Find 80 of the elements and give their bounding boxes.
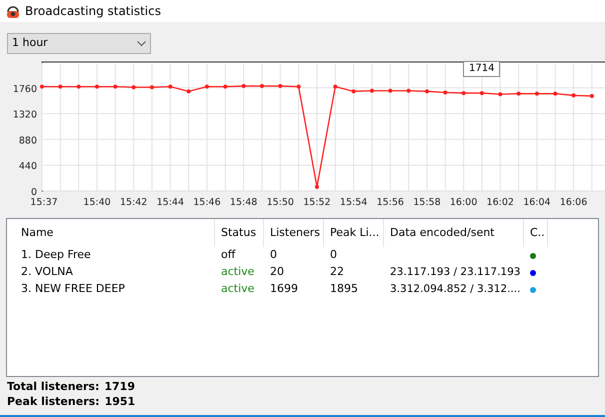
data-point — [223, 84, 228, 89]
x-tick-label: 15:40 — [83, 197, 111, 208]
status-text: off — [221, 248, 236, 262]
x-tick-label: 15:52 — [303, 197, 331, 208]
table-cell: 1699 — [270, 282, 298, 296]
x-tick-label: 16:02 — [486, 197, 514, 208]
data-point — [95, 84, 99, 89]
table-cell: 3.312.094.852 / 3.312.... — [390, 282, 520, 295]
x-tick-label: 15:44 — [156, 197, 184, 208]
data-point — [186, 89, 191, 94]
total-label: Total listeners: — [7, 379, 100, 396]
column-header[interactable]: Status — [215, 219, 264, 247]
x-tick-label: 15:56 — [376, 197, 404, 208]
total-value: 1951 — [104, 394, 136, 410]
data-point — [406, 88, 411, 93]
table-cell: 1895 — [330, 282, 358, 296]
y-tick-label: 0 — [30, 187, 37, 198]
x-tick-label: 15:42 — [120, 197, 148, 208]
table-cell: 2. VOLNA — [21, 265, 73, 278]
data-point — [553, 92, 558, 96]
data-point — [278, 84, 282, 88]
y-tick-label: 1760 — [12, 84, 37, 95]
y-tick-label: 1320 — [12, 110, 37, 121]
y-tick-label: 880 — [18, 135, 37, 146]
x-tick-label: 15:46 — [193, 197, 221, 208]
data-point — [572, 93, 576, 98]
data-point — [443, 90, 448, 94]
data-point — [150, 85, 154, 90]
data-point — [516, 92, 521, 96]
data-point — [40, 84, 44, 89]
total-value: 1719 — [104, 379, 135, 396]
data-point — [113, 84, 118, 89]
data-point — [462, 91, 466, 96]
period-dropdown[interactable]: 1 hour — [7, 33, 151, 54]
data-point — [296, 84, 301, 89]
data-point — [590, 94, 594, 98]
x-tick-label: 15:50 — [266, 197, 294, 208]
column-header[interactable]: C.. — [524, 219, 548, 247]
data-point — [168, 84, 172, 89]
data-point — [480, 91, 484, 96]
data-point — [204, 84, 209, 89]
x-tick-label: 15:48 — [230, 197, 258, 208]
data-point — [370, 88, 374, 93]
data-point — [132, 85, 136, 90]
window-title: Broadcasting statistics — [25, 3, 161, 20]
table-cell: 20 — [270, 265, 284, 278]
data-point — [498, 92, 502, 96]
column-header[interactable]: Listeners — [264, 219, 324, 247]
status-text: active — [221, 265, 254, 278]
data-point — [242, 84, 246, 88]
data-point — [352, 89, 356, 94]
value-tooltip: 1714 — [463, 61, 500, 77]
column-header[interactable]: Name — [15, 219, 215, 247]
data-point — [388, 88, 392, 93]
data-point — [76, 84, 81, 89]
table-cell: 22 — [330, 265, 344, 278]
data-point — [534, 92, 539, 96]
x-tick-label: 16:04 — [523, 197, 551, 208]
table-cell: 23.117.193 / 23.117.193 — [390, 266, 520, 278]
x-tick-label: 15:58 — [413, 197, 441, 208]
y-tick-label: 440 — [18, 161, 37, 172]
table-cell: 0 — [270, 248, 277, 262]
chevron-down-icon — [137, 40, 146, 46]
table-cell: 1. Deep Free — [21, 248, 91, 262]
x-tick-label: 15:37 — [30, 197, 58, 208]
data-point — [424, 89, 429, 94]
column-header[interactable]: Peak Li... — [324, 219, 384, 247]
total-label: Peak listeners: — [7, 394, 100, 410]
data-point — [333, 84, 338, 89]
x-tick-label: 15:54 — [340, 197, 368, 208]
data-point — [260, 84, 264, 88]
data-point — [58, 84, 62, 89]
data-point — [314, 184, 319, 189]
table-cell: 0 — [330, 248, 337, 262]
status-text: active — [221, 282, 254, 296]
x-tick-label: 16:06 — [560, 197, 588, 208]
headphones-icon — [6, 4, 20, 18]
column-header[interactable]: Data encoded/sent — [384, 219, 524, 247]
table-cell: 3. NEW FREE DEEP — [21, 282, 125, 296]
x-tick-label: 16:00 — [450, 197, 478, 208]
